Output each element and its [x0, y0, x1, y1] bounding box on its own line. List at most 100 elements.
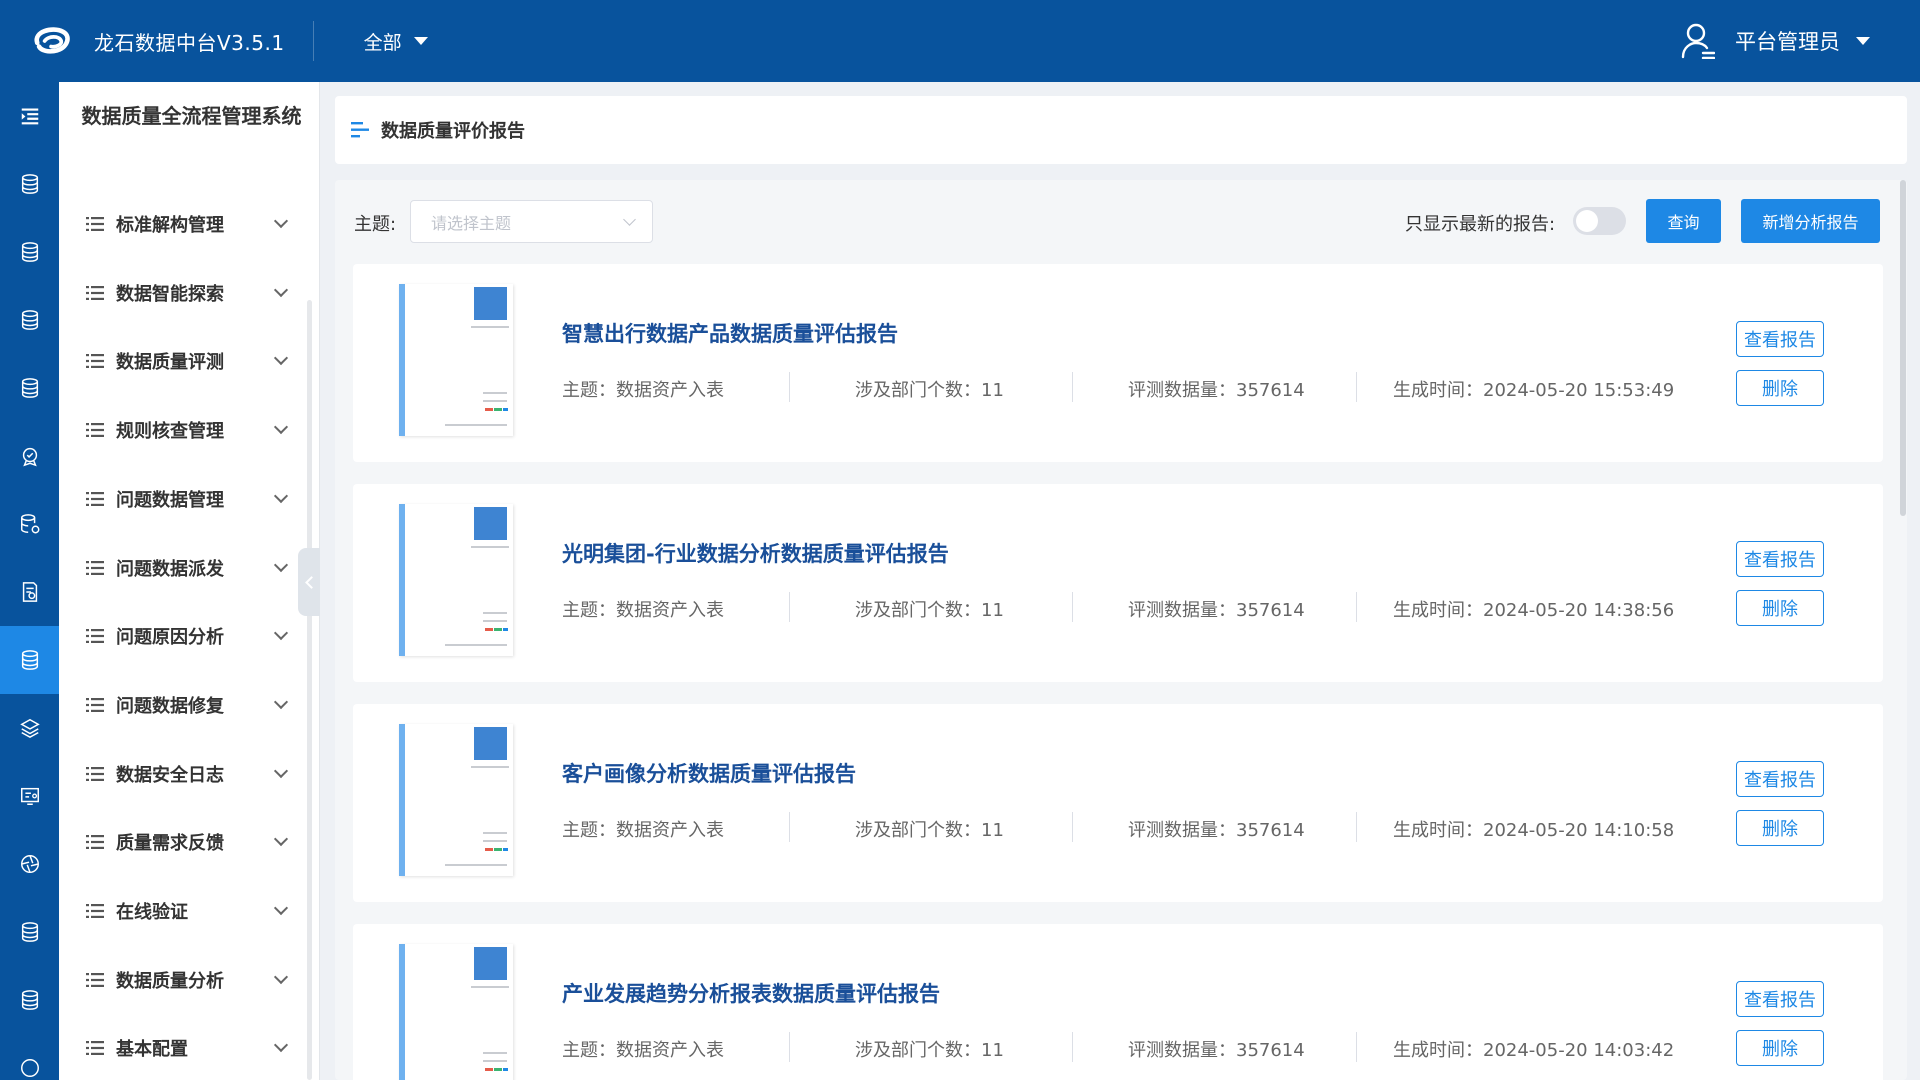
report-departments: 涉及部门个数：11 [855, 600, 1004, 621]
view-report-button[interactable]: 查看报告 [1736, 321, 1824, 357]
divider [1356, 812, 1357, 842]
database-icon[interactable] [0, 218, 59, 286]
system-title: 数据质量全流程管理系统 [81, 104, 302, 128]
add-report-button[interactable]: 新增分析报告 [1741, 199, 1880, 243]
list-icon [86, 697, 104, 712]
breadcrumb: 数据质量评价报告 [335, 96, 1907, 164]
delete-report-button[interactable]: 删除 [1736, 810, 1824, 846]
chevron-down-icon [273, 282, 289, 297]
cover-mark [494, 1068, 502, 1071]
document-search-icon[interactable] [0, 558, 59, 626]
cover-block [474, 947, 507, 980]
sidebar-menu-item[interactable]: 规则核查管理 [59, 396, 320, 464]
chevron-down-icon [273, 832, 289, 847]
sidebar-menu-item[interactable]: 数据安全日志 [59, 740, 320, 808]
sidebar-menu-item[interactable]: 基本配置 [59, 1014, 320, 1080]
cover-line [483, 1052, 507, 1054]
globe-icon[interactable] [0, 1034, 59, 1080]
divider [1072, 372, 1073, 402]
sidebar-menu-label: 数据安全日志 [116, 764, 224, 786]
report-thumbnail[interactable] [399, 944, 513, 1080]
sidebar-menu-item[interactable]: 数据质量分析 [59, 946, 320, 1014]
cover-line [471, 986, 509, 988]
database-settings-icon[interactable] [0, 490, 59, 558]
cover-line [445, 864, 507, 866]
delete-report-button[interactable]: 删除 [1736, 370, 1824, 406]
view-report-button[interactable]: 查看报告 [1736, 541, 1824, 577]
menu-toggle-icon[interactable] [0, 82, 59, 150]
sidebar-menu-item[interactable]: 问题数据管理 [59, 465, 320, 533]
chevron-down-icon [273, 969, 289, 984]
latest-only-label: 只显示最新的报告: [1405, 214, 1556, 235]
view-report-button[interactable]: 查看报告 [1736, 981, 1824, 1017]
cover-line [471, 546, 509, 548]
report-thumbnail[interactable] [399, 724, 513, 876]
cover-block [474, 287, 507, 320]
sidebar-menu-item[interactable]: 问题数据修复 [59, 671, 320, 739]
aperture-icon[interactable] [0, 830, 59, 898]
report-title-link[interactable]: 客户画像分析数据质量评估报告 [562, 758, 856, 788]
database-icon[interactable] [0, 966, 59, 1034]
monitor-report-icon[interactable] [0, 762, 59, 830]
report-departments: 涉及部门个数：11 [855, 1040, 1004, 1061]
sidebar-menu-label: 问题数据管理 [116, 489, 224, 511]
sidebar-menu-item[interactable]: 数据智能探索 [59, 259, 320, 327]
report-generated-time: 生成时间：2024-05-20 14:03:42 [1393, 1040, 1675, 1061]
list-icon [86, 354, 104, 369]
caret-down-icon [413, 37, 428, 45]
cover-line [483, 1060, 507, 1062]
database-icon[interactable] [0, 150, 59, 218]
report-thumbnail[interactable] [399, 284, 513, 436]
list-icon [86, 423, 104, 438]
report-title-link[interactable]: 智慧出行数据产品数据质量评估报告 [562, 318, 898, 348]
cover-mark [503, 1068, 508, 1071]
database-icon[interactable] [0, 898, 59, 966]
divider [1356, 592, 1357, 622]
delete-report-button[interactable]: 删除 [1736, 590, 1824, 626]
report-title-link[interactable]: 光明集团-行业数据分析数据质量评估报告 [562, 538, 949, 568]
sidebar-menu-item[interactable]: 标准解构管理 [59, 190, 320, 258]
list-icon [86, 835, 104, 850]
user-icon [1681, 23, 1715, 59]
scope-label: 全部 [363, 31, 402, 54]
layers-icon[interactable] [0, 694, 59, 762]
delete-report-button[interactable]: 删除 [1736, 1030, 1824, 1066]
user-menu[interactable]: 平台管理员 [1681, 0, 1870, 82]
sidebar-menu-item[interactable]: 质量需求反馈 [59, 808, 320, 876]
app-logo-icon[interactable] [26, 21, 78, 61]
query-button[interactable]: 查询 [1646, 199, 1721, 243]
database-icon[interactable] [0, 354, 59, 422]
database-icon[interactable] [0, 286, 59, 354]
view-report-button[interactable]: 查看报告 [1736, 761, 1824, 797]
report-title-link[interactable]: 产业发展趋势分析报表数据质量评估报告 [562, 978, 940, 1008]
sidebar-menu-item[interactable]: 问题数据派发 [59, 534, 320, 602]
sidebar-menu-item[interactable]: 数据质量评测 [59, 327, 320, 395]
list-icon [86, 285, 104, 300]
top-divider [312, 21, 314, 61]
report-thumbnail[interactable] [399, 504, 513, 656]
sidebar-menu-item[interactable]: 在线验证 [59, 877, 320, 945]
database-icon[interactable] [0, 626, 59, 694]
sidebar-menu-item[interactable]: 问题原因分析 [59, 602, 320, 670]
theme-select[interactable]: 请选择主题 [410, 200, 653, 243]
divider [789, 1032, 790, 1062]
cover-line [471, 766, 509, 768]
report-generated-time: 生成时间：2024-05-20 14:10:58 [1393, 820, 1675, 841]
chevron-left-icon [304, 575, 318, 589]
user-name: 平台管理员 [1735, 30, 1840, 54]
sidebar-menu-label: 数据质量评测 [116, 352, 224, 374]
chevron-down-icon [273, 626, 289, 641]
list-icon [86, 1041, 104, 1056]
chevron-down-icon [623, 212, 636, 226]
chevron-down-icon [273, 1038, 289, 1053]
scope-dropdown[interactable]: 全部 [364, 28, 428, 55]
page-title: 数据质量评价报告 [381, 121, 525, 142]
report-card: 客户画像分析数据质量评估报告 主题：数据资产入表 涉及部门个数：11 评测数据量：35… [353, 704, 1883, 902]
collapse-sidebar-button[interactable] [298, 548, 320, 616]
cover-mark [485, 1068, 493, 1071]
badge-icon[interactable] [0, 422, 59, 490]
content-scrollbar[interactable] [1900, 180, 1906, 516]
latest-only-toggle[interactable] [1573, 207, 1626, 235]
sidebar-menu-label: 数据智能探索 [116, 283, 224, 305]
report-theme: 主题：数据资产入表 [562, 380, 724, 401]
